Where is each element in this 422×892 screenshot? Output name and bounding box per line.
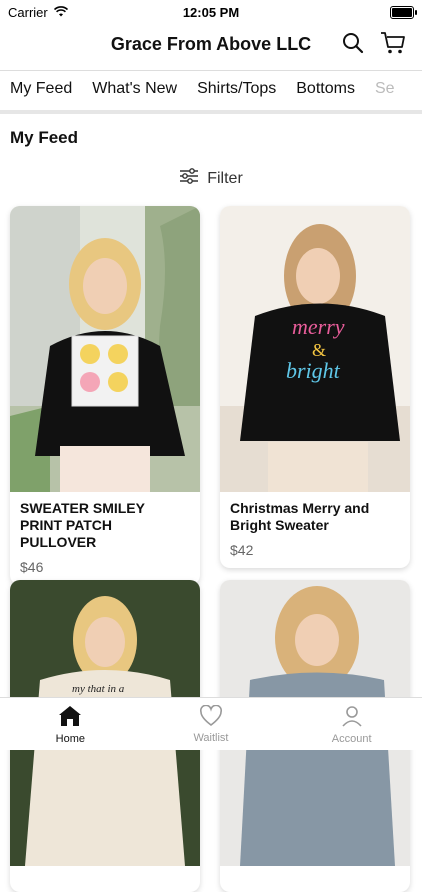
filter-button[interactable]: Filter (0, 168, 422, 189)
product-card[interactable]: merry & bright Christmas Merry and Brigh… (220, 206, 410, 568)
status-time: 12:05 PM (182, 4, 240, 20)
cart-icon[interactable] (380, 30, 406, 56)
nav-account[interactable]: Account (302, 704, 402, 745)
product-name: Christmas Merry and Bright Sweater (230, 500, 370, 533)
nav-waitlist[interactable]: Waitlist (161, 704, 261, 744)
svg-text:bright: bright (286, 358, 341, 383)
product-name (10, 866, 200, 874)
nav-home[interactable]: Home (20, 704, 120, 745)
svg-text:my that in a: my that in a (72, 683, 125, 695)
product-image (10, 206, 200, 492)
filter-icon (179, 168, 199, 189)
product-price (220, 874, 410, 892)
tab-more[interactable]: Se (365, 80, 405, 110)
tab-whats-new[interactable]: What's New (82, 80, 187, 110)
battery-icon (390, 5, 417, 19)
filter-label: Filter (207, 169, 243, 187)
product-price: $42 (230, 542, 254, 558)
svg-text:merry: merry (292, 314, 345, 339)
product-image: merry & bright (220, 206, 410, 492)
bottom-nav: Home Waitlist Account (0, 697, 422, 750)
status-bar: Carrier 12:05 PM (0, 0, 422, 24)
product-name (220, 866, 410, 874)
nav-account-label: Account (331, 732, 372, 745)
tab-shirts-tops[interactable]: Shirts/Tops (187, 80, 286, 110)
app-title: Grace From Above LLC (110, 33, 312, 54)
tab-my-feed[interactable]: My Feed (0, 80, 82, 110)
account-icon (340, 704, 364, 731)
header-actions (340, 30, 406, 56)
home-icon (57, 704, 83, 731)
svg-text:&: & (312, 340, 326, 360)
nav-home-label: Home (55, 732, 85, 745)
product-card[interactable]: SWEATER SMILEY PRINT PATCH PULLOVER $46 (10, 206, 200, 585)
product-name: SWEATER SMILEY PRINT PATCH PULLOVER (20, 500, 145, 550)
app-header: Grace From Above LLC (0, 24, 422, 64)
category-tabs: My Feed What's New Shirts/Tops Bottoms S… (0, 70, 422, 114)
heart-icon (199, 704, 223, 730)
product-price (10, 874, 200, 892)
search-icon[interactable] (340, 30, 366, 56)
nav-waitlist-label: Waitlist (193, 731, 229, 744)
section-title: My Feed (10, 128, 79, 147)
tab-bottoms[interactable]: Bottoms (286, 80, 365, 110)
